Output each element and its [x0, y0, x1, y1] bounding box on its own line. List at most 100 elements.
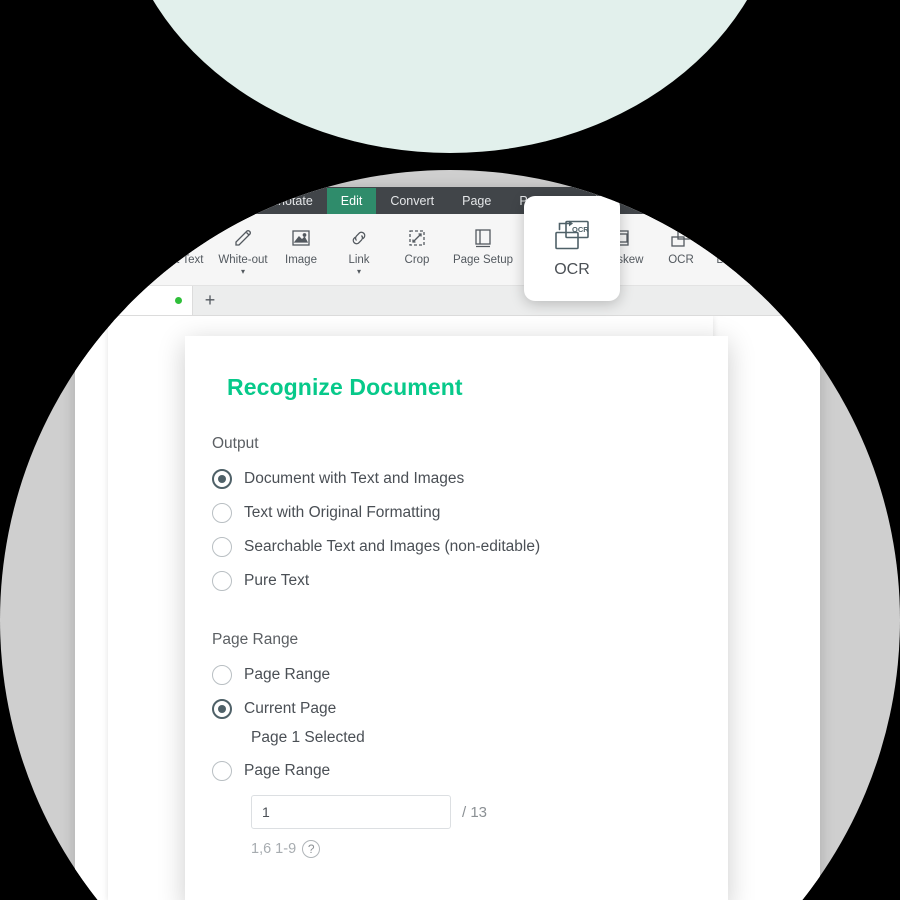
radio-button[interactable]: [212, 665, 232, 685]
ribbon-button-background[interactable]: Background ▾: [710, 220, 784, 276]
ribbon-button-label: Link: [348, 254, 370, 266]
radio-option-current-page[interactable]: Current Page: [212, 699, 728, 719]
search-tools-field[interactable]: Search Tools: [700, 191, 820, 210]
edit-pencil-icon: [100, 225, 122, 251]
ribbon-button-label: White-out: [218, 254, 268, 266]
chevron-down-icon[interactable]: ▾: [357, 268, 361, 276]
radio-button[interactable]: [212, 761, 232, 781]
dialog-title: Recognize Document: [227, 374, 463, 400]
ribbon-button-label: Image: [285, 254, 317, 266]
menu-item-view[interactable]: View: [194, 188, 249, 214]
page-range-hint-text: 1,6 1-9: [251, 841, 297, 857]
radio-button-selected[interactable]: [212, 699, 232, 719]
radio-option-searchable-text-and-images-non-editable-[interactable]: Searchable Text and Images (non-editable…: [212, 537, 728, 557]
radio-option-text-with-original-formatting[interactable]: Text with Original Formatting: [212, 503, 728, 523]
new-tab-button[interactable]: +: [193, 286, 227, 315]
whiteout-marker-icon: [232, 225, 254, 251]
search-grid-icon: [707, 195, 718, 206]
radio-button-selected[interactable]: [212, 469, 232, 489]
radio-option-label: Current Page: [244, 700, 337, 717]
radio-option-document-with-text-and-images[interactable]: Document with Text and Images: [212, 469, 728, 489]
ribbon-button-label: Page Setup: [452, 254, 514, 266]
ribbon-button-label: Background: [716, 254, 778, 266]
chevron-down-icon[interactable]: ▾: [241, 268, 245, 276]
page-range-options-group: Page Range Current Page Page 1 Selected Pag…: [212, 665, 728, 781]
recognize-document-dialog: Recognize Document Output Document with …: [185, 336, 728, 900]
svg-text:OCR: OCR: [572, 225, 589, 234]
ribbon-divider: [77, 222, 78, 268]
ribbon-button-compress[interactable]: Compress: [858, 220, 900, 266]
circular-viewport-mask: ↶ ↷ HomeViewAnnotateEditConvertPageProte…: [0, 170, 900, 900]
menu-bar: ↶ ↷ HomeViewAnnotateEditConvertPageProte…: [75, 187, 820, 214]
ribbon-button-label: Extract TOC: [789, 254, 853, 266]
menu-item-convert[interactable]: Convert: [376, 188, 448, 214]
ribbon-button-link[interactable]: Link ▾: [330, 220, 388, 276]
ribbon-button-ocr[interactable]: OCR: [652, 220, 710, 266]
radio-option-label: Text with Original Formatting: [244, 504, 441, 521]
nav-icon-group: ↶ ↷: [75, 193, 133, 208]
ocr-popup-label: OCR: [554, 260, 590, 278]
ribbon-button-crop[interactable]: Crop: [388, 220, 446, 266]
image-icon: [290, 225, 312, 251]
ocr-icon: OCR: [553, 219, 591, 251]
document-tab-label: de: [85, 293, 99, 308]
ocr-icon: [670, 225, 692, 251]
menu-item-annotate[interactable]: Annotate: [249, 188, 327, 214]
ribbon-button-label: Compress: [860, 254, 900, 266]
unsaved-indicator-dot: [175, 297, 182, 304]
page-range-input-row: / 13: [251, 795, 728, 829]
page-range-input[interactable]: [251, 795, 451, 829]
menu-item-page[interactable]: Page: [448, 188, 505, 214]
background-icon: [736, 225, 758, 251]
total-pages-label: / 13: [462, 803, 488, 821]
svg-text:T: T: [168, 229, 179, 248]
ribbon-toolbar: Edit T I Insert Text White-out ▾ Image Link ▾ Cro…: [75, 214, 900, 286]
document-tab-bar: de +: [75, 286, 820, 316]
ribbon-button-label: OCR: [668, 254, 694, 266]
link-icon: [348, 225, 370, 251]
page-range-hint-row: 1,6 1-9 ?: [251, 840, 728, 858]
undo-icon[interactable]: ↶: [79, 193, 92, 208]
page-range-section-heading: Page Range: [212, 631, 299, 648]
ribbon-button-extract-toc[interactable]: Extract TOC: [784, 220, 858, 266]
page-setup-icon: [472, 225, 494, 251]
screenshot-stage: ↶ ↷ HomeViewAnnotateEditConvertPageProte…: [0, 0, 900, 900]
radio-option-page-range[interactable]: Page Range: [212, 665, 728, 685]
svg-text:I: I: [179, 236, 182, 247]
radio-option-label: Page Range: [244, 666, 331, 683]
crop-icon: [406, 225, 428, 251]
radio-option-label: Document with Text and Images: [244, 470, 465, 487]
document-tab[interactable]: de: [75, 286, 193, 315]
redo-icon[interactable]: ↷: [106, 193, 119, 208]
ribbon-button-insert-text[interactable]: T I Insert Text: [140, 220, 214, 266]
decorative-mint-arc: [118, 0, 782, 153]
ocr-tooltip-popup[interactable]: OCR OCR: [524, 196, 620, 301]
insert-text-icon: TI: [166, 225, 188, 251]
chevron-down-icon[interactable]: ▾: [745, 268, 749, 276]
ribbon-button-label: Insert Text: [150, 254, 204, 266]
search-tools-placeholder: Search Tools: [724, 193, 794, 208]
ribbon-button-white-out[interactable]: White-out ▾: [214, 220, 272, 276]
compress-icon: [876, 225, 898, 251]
menu-item-help[interactable]: Help: [634, 188, 688, 214]
output-options-group: Document with Text and Images Text with O…: [212, 469, 728, 591]
output-section-heading: Output: [212, 435, 259, 452]
ribbon-button-label: Edit: [101, 254, 121, 266]
radio-option-label: Page Range: [244, 762, 331, 779]
ribbon-button-page-setup[interactable]: Page Setup: [446, 220, 520, 266]
radio-option-page-range[interactable]: Page Range: [212, 761, 728, 781]
menu-item-edit[interactable]: Edit: [326, 187, 377, 214]
ribbon-button-image[interactable]: Image: [272, 220, 330, 266]
current-page-note: Page 1 Selected: [251, 729, 365, 746]
radio-option-label: Pure Text: [244, 572, 310, 589]
question-mark-icon[interactable]: ?: [302, 840, 321, 858]
radio-button[interactable]: [212, 571, 232, 591]
extract-toc-icon: [810, 225, 832, 251]
radio-button[interactable]: [212, 503, 232, 523]
radio-button[interactable]: [212, 537, 232, 557]
radio-option-pure-text[interactable]: Pure Text: [212, 571, 728, 591]
menu-item-home[interactable]: Home: [133, 188, 194, 214]
radio-option-label: Searchable Text and Images (non-editable…: [244, 538, 541, 555]
ribbon-button-edit[interactable]: Edit: [82, 220, 140, 266]
ribbon-button-label: Crop: [404, 254, 430, 266]
